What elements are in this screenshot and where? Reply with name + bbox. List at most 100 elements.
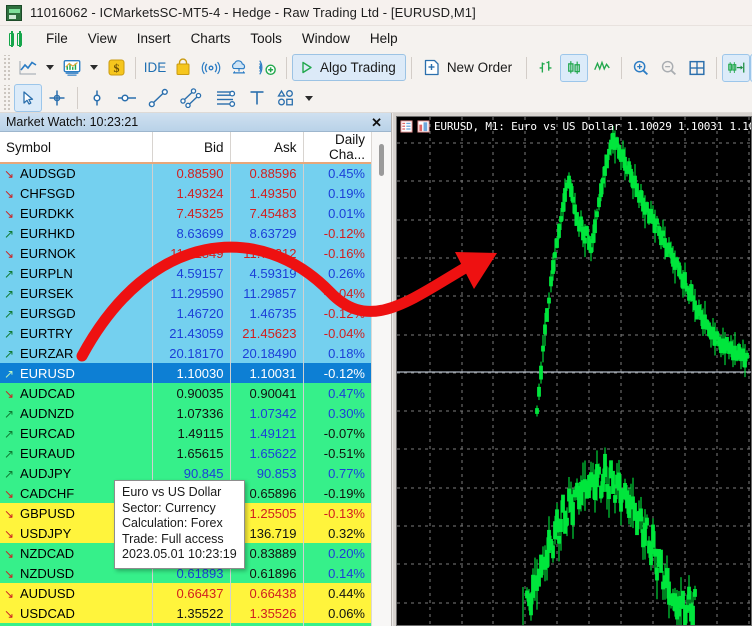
table-row[interactable]: ↗ EURCAD 1.49115 1.49121 -0.07% (0, 423, 371, 444)
column-header-ask[interactable]: Ask (230, 132, 304, 165)
bar-chart-button[interactable] (532, 54, 560, 82)
cell-symbol[interactable]: ↗ EURUSD (0, 363, 153, 384)
cell-symbol[interactable]: ↘ USDCAD (0, 603, 153, 624)
menu-item-file[interactable]: File (36, 28, 78, 49)
cell-symbol[interactable]: ↗ EURHKD (0, 223, 153, 244)
cell-symbol[interactable]: ↘ AUDCAD (0, 383, 153, 404)
trade-dollar-button[interactable]: $ (102, 54, 130, 82)
new-order-button[interactable]: New Order (417, 54, 521, 81)
indicators-dropdown-icon[interactable] (90, 65, 98, 70)
zoom-in-button[interactable] (627, 54, 655, 82)
arrow-up-icon: ↗ (4, 226, 15, 241)
table-row[interactable]: ↘ AUDUSD 0.66437 0.66438 0.44% (0, 583, 371, 604)
line-chart-icon (19, 60, 37, 74)
arrow-down-icon: ↘ (4, 386, 15, 401)
cell-daily-change: 0.06% (303, 603, 371, 624)
eurusd-chart[interactable]: EURUSD, M1: Euro vs US Dollar 1.10029 1.… (396, 116, 752, 626)
new-order-page-icon (424, 59, 439, 76)
table-row[interactable]: ↗ EURSGD 1.46720 1.46735 -0.12% (0, 303, 371, 324)
line-chart-button[interactable] (588, 54, 616, 82)
cell-symbol[interactable]: ↗ AUDNZD (0, 403, 153, 424)
signals-button[interactable] (197, 54, 225, 82)
menu-item-insert[interactable]: Insert (127, 28, 181, 49)
symbol-label: EURSGD (20, 305, 76, 321)
text-label-tool-button[interactable] (243, 84, 271, 112)
data-window-icon[interactable] (400, 119, 413, 133)
cell-symbol[interactable]: ↘ EURDKK (0, 203, 153, 224)
horizontal-line-tool-button[interactable] (111, 84, 143, 112)
ide-button[interactable]: IDE (141, 54, 169, 82)
toolbar-grip[interactable] (2, 85, 11, 111)
cell-symbol[interactable]: ↗ EURPLN (0, 263, 153, 284)
magnifier-plus-icon (633, 60, 649, 75)
menu-item-tools[interactable]: Tools (240, 28, 292, 49)
vertical-line-tool-button[interactable] (83, 84, 111, 112)
cell-symbol[interactable]: ↘ CHFSGD (0, 183, 153, 204)
cell-ask: 1.49121 (230, 423, 304, 444)
toolbar-grip[interactable] (2, 54, 11, 81)
arrow-up-icon: ↗ (4, 326, 15, 341)
cell-symbol[interactable]: ↘ EURNOK (0, 243, 153, 264)
table-row[interactable]: ↗ EURAUD 1.65615 1.65622 -0.51% (0, 443, 371, 464)
table-row[interactable]: ↗ EURSEK 11.29590 11.29857 -0.04% (0, 283, 371, 304)
cell-symbol[interactable]: ↘ AUDUSD (0, 583, 153, 604)
menu-item-window[interactable]: Window (292, 28, 360, 49)
candlestick-chart-button[interactable] (560, 53, 589, 82)
tile-windows-button[interactable] (683, 54, 711, 82)
main-toolbar: $ IDE Algo Trading New Order (0, 51, 752, 84)
fibonacci-tool-button[interactable] (209, 84, 243, 112)
cell-bid: 1.46720 (152, 303, 231, 324)
zoom-out-button[interactable] (655, 54, 683, 82)
table-row[interactable]: ↗ EURTRY 21.43059 21.45623 -0.04% (0, 323, 371, 344)
shapes-dropdown-icon[interactable] (305, 95, 313, 101)
cell-daily-change: 0.20% (303, 543, 371, 564)
shapes-tool-button[interactable] (271, 84, 301, 112)
algo-trading-button[interactable]: Algo Trading (292, 54, 406, 81)
cell-symbol[interactable]: ↗ EURTRY (0, 323, 153, 344)
symbol-label: EURZAR (20, 345, 74, 361)
scrollbar-thumb[interactable] (379, 144, 384, 177)
table-row[interactable]: ↘ AUDCAD 0.90035 0.90041 0.47% (0, 383, 371, 404)
cell-symbol[interactable]: ↗ EURAUD (0, 443, 153, 464)
menu-item-view[interactable]: View (78, 28, 127, 49)
chart-canvas (397, 117, 751, 625)
table-row[interactable]: ↘ USDCAD 1.35522 1.35526 0.06% (0, 603, 371, 624)
market-watch-scrollbar[interactable] (371, 132, 391, 626)
table-row[interactable]: ↘ EURDKK 7.45325 7.45483 0.01% (0, 203, 371, 224)
table-row[interactable]: ↗ EURPLN 4.59157 4.59319 0.26% (0, 263, 371, 284)
close-icon[interactable]: ✕ (366, 116, 387, 129)
column-header-symbol[interactable]: Symbol (0, 132, 153, 165)
column-header-bid[interactable]: Bid (152, 132, 231, 165)
menu-item-help[interactable]: Help (360, 28, 408, 49)
column-header-daily-change[interactable]: Daily Cha... (303, 132, 371, 165)
menu-item-charts[interactable]: Charts (181, 28, 241, 49)
copy-signal-button[interactable] (253, 54, 281, 82)
indicators-button[interactable] (58, 54, 86, 82)
table-row[interactable]: ↗ EURUSD 1.10030 1.10031 -0.12% (0, 363, 371, 384)
new-chart-button[interactable] (14, 54, 42, 82)
table-row[interactable]: ↘ EURNOK 11.71849 11.72212 -0.16% (0, 243, 371, 264)
market-button[interactable] (169, 54, 197, 82)
new-chart-dropdown-icon[interactable] (46, 65, 54, 70)
cloud-vps-icon (232, 60, 246, 74)
cell-symbol[interactable]: ↗ EURSGD (0, 303, 153, 324)
vps-button[interactable] (225, 54, 253, 82)
cell-symbol[interactable]: ↗ EURCAD (0, 423, 153, 444)
table-row[interactable]: ↗ EURZAR 20.18170 20.18490 0.18% (0, 343, 371, 364)
auto-scroll-button[interactable] (722, 53, 751, 82)
chart-properties-icon[interactable] (417, 119, 430, 133)
arrow-down-icon: ↘ (4, 167, 15, 182)
table-row[interactable]: ↘ CHFSGD 1.49324 1.49350 0.19% (0, 183, 371, 204)
table-row[interactable]: ↗ EURHKD 8.63699 8.63729 -0.12% (0, 223, 371, 244)
cell-daily-change: 0.45% (303, 163, 371, 184)
cell-symbol[interactable]: ↘ AUDSGD (0, 163, 153, 184)
table-row[interactable]: ↗ AUDNZD 1.07336 1.07342 0.30% (0, 403, 371, 424)
cursor-tool-button[interactable] (14, 84, 42, 112)
equidistant-channel-tool-button[interactable] (175, 84, 209, 112)
crosshair-tool-button[interactable] (42, 84, 72, 112)
cell-symbol[interactable]: ↗ EURZAR (0, 343, 153, 364)
table-row[interactable]: ↘ AUDSGD 0.88590 0.88596 0.45% (0, 163, 371, 184)
trendline-tool-button[interactable] (143, 84, 175, 112)
toolbar-separator (135, 56, 136, 79)
cell-symbol[interactable]: ↗ EURSEK (0, 283, 153, 304)
